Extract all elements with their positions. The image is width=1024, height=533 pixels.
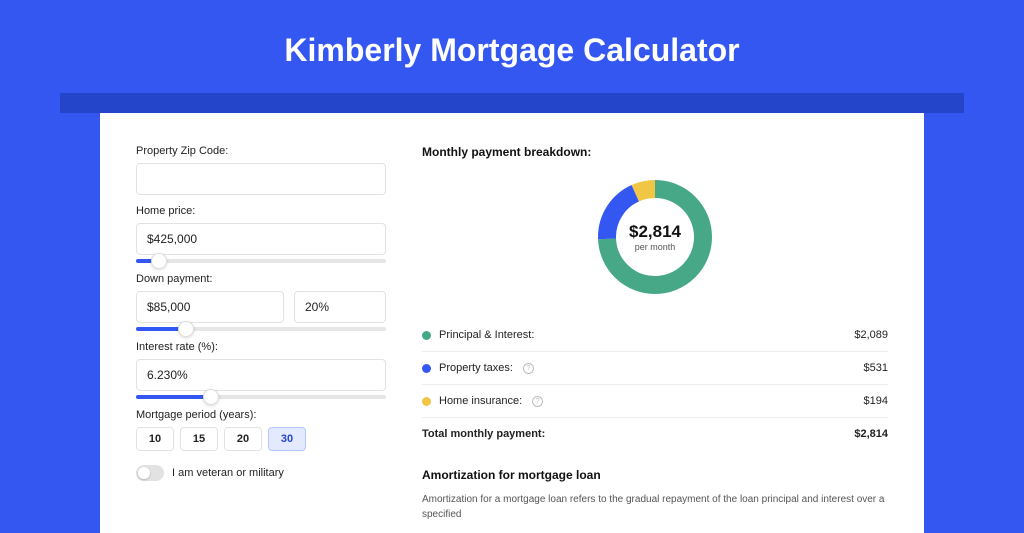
info-icon[interactable]: ?: [532, 396, 543, 407]
home-price-slider[interactable]: [136, 259, 386, 263]
zip-field: Property Zip Code:: [136, 145, 386, 195]
calculator-card: Property Zip Code: Home price: Down paym…: [100, 113, 924, 533]
interest-rate-field: Interest rate (%):: [136, 341, 386, 399]
breakdown-item-label: Principal & Interest:: [439, 329, 534, 341]
info-icon[interactable]: ?: [523, 363, 534, 374]
page-title: Kimberly Mortgage Calculator: [0, 0, 1024, 93]
amortization-text: Amortization for a mortgage loan refers …: [422, 492, 888, 522]
donut-center-sub: per month: [635, 242, 676, 252]
donut-center-amount: $2,814: [629, 222, 681, 242]
breakdown-list: Principal & Interest: $2,089 Property taxe…: [422, 319, 888, 450]
hero-banner: [60, 93, 964, 113]
period-option-15[interactable]: 15: [180, 427, 218, 451]
donut-chart: $2,814 per month: [593, 175, 717, 299]
mortgage-period-options: 10152030: [136, 427, 386, 451]
taxes-dot-icon: [422, 364, 431, 373]
period-option-10[interactable]: 10: [136, 427, 174, 451]
interest-rate-input[interactable]: [136, 359, 386, 391]
mortgage-period-field: Mortgage period (years): 10152030: [136, 409, 386, 451]
breakdown-item-amount: $194: [864, 395, 888, 407]
breakdown-item-insurance: Home insurance:? $194: [422, 385, 888, 417]
breakdown-item-amount: $531: [864, 362, 888, 374]
breakdown-title: Monthly payment breakdown:: [422, 145, 888, 159]
home-price-input[interactable]: [136, 223, 386, 255]
breakdown-total-amount: $2,814: [854, 428, 888, 440]
veteran-toggle[interactable]: [136, 465, 164, 481]
down-payment-amount-input[interactable]: [136, 291, 284, 323]
inputs-column: Property Zip Code: Home price: Down paym…: [136, 145, 386, 501]
down-payment-slider-thumb[interactable]: [178, 321, 194, 337]
breakdown-item-amount: $2,089: [854, 329, 888, 341]
home-price-label: Home price:: [136, 205, 386, 217]
breakdown-item-taxes: Property taxes:? $531: [422, 352, 888, 384]
down-payment-slider[interactable]: [136, 327, 386, 331]
veteran-toggle-label: I am veteran or military: [172, 467, 284, 479]
zip-label: Property Zip Code:: [136, 145, 386, 157]
amortization-title: Amortization for mortgage loan: [422, 468, 888, 482]
donut-center: $2,814 per month: [593, 175, 717, 299]
breakdown-total-label: Total monthly payment:: [422, 428, 545, 440]
donut-chart-wrap: $2,814 per month: [422, 167, 888, 319]
breakdown-item-label: Property taxes:: [439, 362, 513, 374]
veteran-row: I am veteran or military: [136, 465, 386, 481]
insurance-dot-icon: [422, 397, 431, 406]
zip-input[interactable]: [136, 163, 386, 195]
interest-rate-slider-fill: [136, 395, 211, 399]
interest-rate-slider-thumb[interactable]: [203, 389, 219, 405]
home-price-field: Home price:: [136, 205, 386, 263]
period-option-30[interactable]: 30: [268, 427, 306, 451]
interest-rate-label: Interest rate (%):: [136, 341, 386, 353]
mortgage-period-label: Mortgage period (years):: [136, 409, 386, 421]
down-payment-field: Down payment:: [136, 273, 386, 331]
period-option-20[interactable]: 20: [224, 427, 262, 451]
down-payment-label: Down payment:: [136, 273, 386, 285]
breakdown-item-principal: Principal & Interest: $2,089: [422, 319, 888, 351]
interest-rate-slider[interactable]: [136, 395, 386, 399]
breakdown-total-row: Total monthly payment: $2,814: [422, 418, 888, 450]
breakdown-item-label: Home insurance:: [439, 395, 522, 407]
principal-dot-icon: [422, 331, 431, 340]
home-price-slider-thumb[interactable]: [151, 253, 167, 269]
breakdown-column: Monthly payment breakdown: $2,814 per mo…: [422, 145, 888, 501]
down-payment-pct-input[interactable]: [294, 291, 386, 323]
